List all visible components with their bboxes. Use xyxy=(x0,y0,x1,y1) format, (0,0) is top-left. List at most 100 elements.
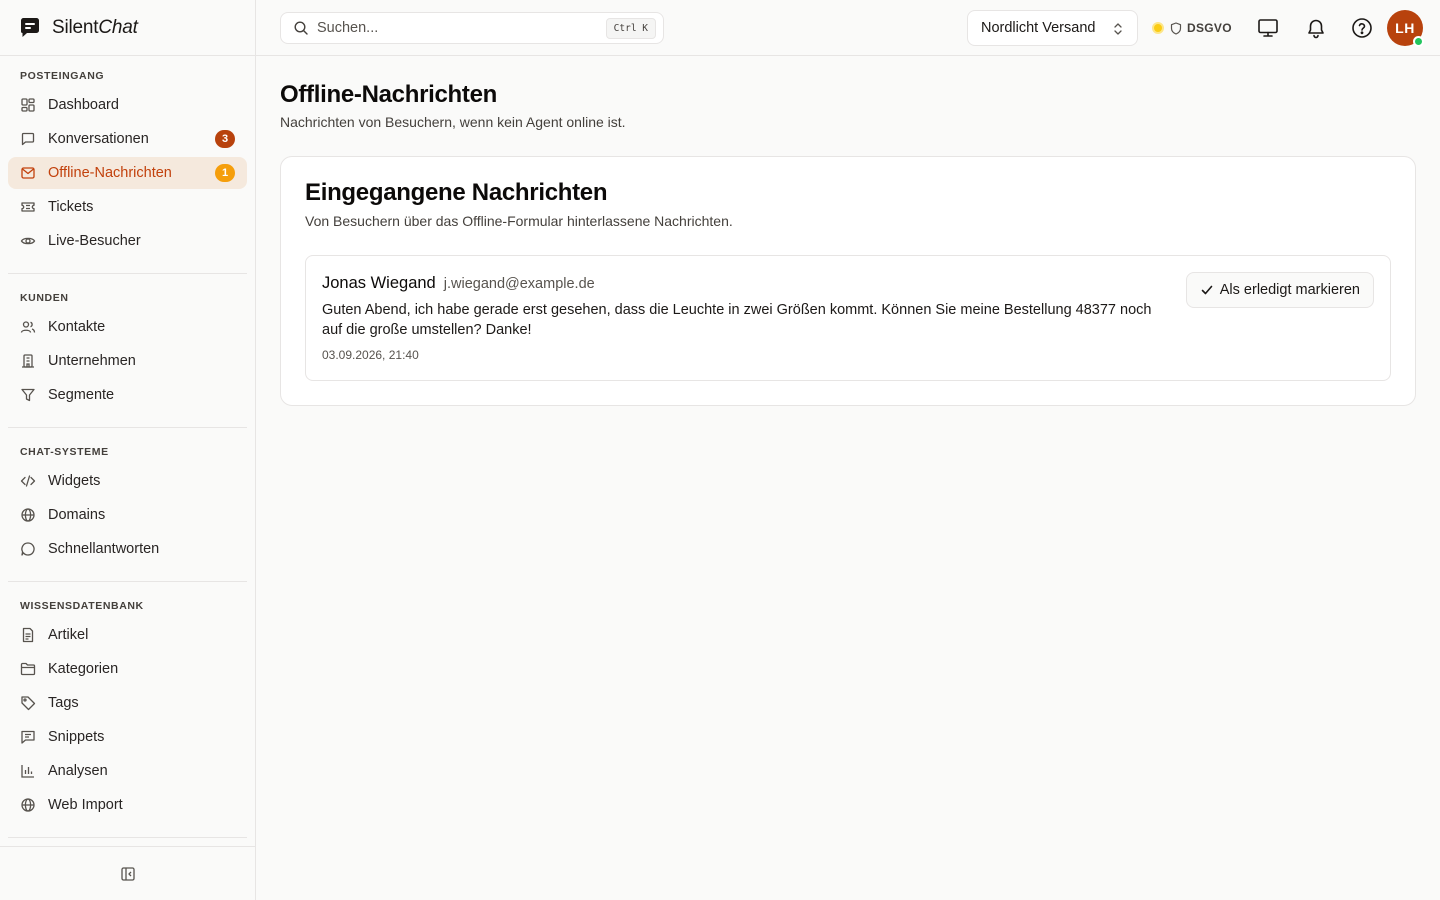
nav-heading: WISSENSDATENBANK xyxy=(20,600,144,612)
bell-icon xyxy=(1308,19,1324,39)
page-title: Offline-Nachrichten xyxy=(280,81,497,108)
card-title: Eingegangene Nachrichten xyxy=(305,179,608,206)
mail-icon xyxy=(21,167,35,179)
sidebar-item-label: Widgets xyxy=(48,473,101,489)
globe-icon xyxy=(21,508,35,522)
search-icon xyxy=(294,21,308,35)
ticket-icon xyxy=(21,202,35,212)
sidebar-item-domains[interactable]: Domains xyxy=(8,499,247,531)
collapse-sidebar-button[interactable] xyxy=(120,866,136,882)
monitor-icon xyxy=(1258,19,1278,37)
brand[interactable]: SilentChat xyxy=(0,0,255,56)
sidebar-item-live-besucher[interactable]: Live-Besucher xyxy=(8,225,247,257)
user-avatar[interactable]: LH xyxy=(1387,10,1424,47)
sender-email: j.wiegand@example.de xyxy=(443,276,595,292)
sidebar-item-tickets[interactable]: Tickets xyxy=(8,191,247,223)
topbar: Suchen... Ctrl K Nordlicht Versand DSGVO… xyxy=(256,0,1440,56)
sidebar-item-label: Segmente xyxy=(48,387,115,403)
help-button[interactable] xyxy=(1350,16,1374,40)
sidebar-item-offline-nachrichten[interactable]: Offline-Nachrichten 1 xyxy=(8,157,247,189)
brand-name: SilentChat xyxy=(52,16,138,38)
users-icon xyxy=(20,321,36,333)
unread-badge: 3 xyxy=(215,130,235,148)
bar-chart-icon xyxy=(21,765,34,778)
card-subtitle: Von Besuchern über das Offline-Formular … xyxy=(305,213,733,229)
keyboard-shortcut: Ctrl K xyxy=(605,18,656,39)
mark-done-label: Als erledigt markieren xyxy=(1219,282,1360,298)
mark-done-button[interactable]: Als erledigt markieren xyxy=(1185,272,1374,308)
sidebar-footer xyxy=(0,846,255,900)
sidebar-item-tags[interactable]: Tags xyxy=(8,687,247,719)
sidebar-item-label: Artikel xyxy=(48,627,89,643)
nav-section-posteingang: POSTEINGANG Dashboard Konversationen 3 O… xyxy=(0,69,255,257)
sidebar-item-label: Snippets xyxy=(48,729,105,745)
sidebar-item-widgets[interactable]: Widgets xyxy=(8,465,247,497)
nav-heading: POSTEINGANG xyxy=(20,70,105,82)
online-status-icon xyxy=(1413,36,1424,47)
sidebar-item-label: Schnellantworten xyxy=(48,541,160,557)
workspace-select[interactable]: Nordlicht Versand xyxy=(967,10,1138,46)
sidebar-collapse-icon xyxy=(120,866,135,881)
compliance-status[interactable]: DSGVO xyxy=(1152,20,1232,36)
check-icon xyxy=(1201,285,1213,295)
avatar-initials: LH xyxy=(1395,20,1415,36)
chevron-up-down-icon xyxy=(1114,23,1122,35)
page-subtitle: Nachrichten von Besuchern, wenn kein Age… xyxy=(280,114,626,130)
nav-divider xyxy=(8,427,247,428)
message-square-icon xyxy=(21,730,35,744)
building-icon xyxy=(22,354,34,368)
sidebar-item-label: Analysen xyxy=(48,763,108,779)
nav-section-chat-systeme: CHAT-SYSTEME Widgets Domains Schnellantw… xyxy=(0,445,255,565)
monitor-button[interactable] xyxy=(1256,16,1280,40)
sidebar-item-artikel[interactable]: Artikel xyxy=(8,619,247,651)
logo-icon xyxy=(21,17,39,37)
message-body: Guten Abend, ich habe gerade erst gesehe… xyxy=(322,302,1152,338)
eye-icon xyxy=(20,237,36,245)
code-icon xyxy=(20,475,36,487)
message-item: Jonas Wiegand j.wiegand@example.de Guten… xyxy=(305,255,1391,381)
chat-icon xyxy=(21,132,35,146)
sidebar: SilentChat POSTEINGANG Dashboard Konvers… xyxy=(0,0,256,900)
sidebar-item-unternehmen[interactable]: Unternehmen xyxy=(8,345,247,377)
nav-divider xyxy=(8,837,247,838)
dashboard-icon xyxy=(21,98,35,112)
nav-heading: CHAT-SYSTEME xyxy=(20,446,109,458)
sidebar-item-label: Unternehmen xyxy=(48,353,136,369)
nav-section-wissensdatenbank: WISSENSDATENBANK Artikel Kategorien Tags… xyxy=(0,599,255,821)
main-content: Offline-Nachrichten Nachrichten von Besu… xyxy=(256,56,1440,900)
sender-name: Jonas Wiegand xyxy=(322,274,436,292)
notifications-button[interactable] xyxy=(1304,16,1328,40)
sidebar-item-label: Live-Besucher xyxy=(48,233,141,249)
sidebar-item-label: Web Import xyxy=(48,797,123,813)
sidebar-item-schnellantworten[interactable]: Schnellantworten xyxy=(8,533,247,565)
help-icon xyxy=(1352,18,1372,38)
sidebar-item-label: Offline-Nachrichten xyxy=(48,165,172,181)
compliance-label: DSGVO xyxy=(1187,21,1232,35)
nav-divider xyxy=(8,581,247,582)
sidebar-item-snippets[interactable]: Snippets xyxy=(8,721,247,753)
messages-card: Eingegangene Nachrichten Von Besuchern ü… xyxy=(280,156,1416,406)
shield-icon xyxy=(1170,21,1182,35)
sidebar-item-analysen[interactable]: Analysen xyxy=(8,755,247,787)
search-input[interactable]: Suchen... Ctrl K xyxy=(280,12,664,44)
globe-icon xyxy=(21,798,35,812)
sidebar-item-web-import[interactable]: Web Import xyxy=(8,789,247,821)
sidebar-item-kontakte[interactable]: Kontakte xyxy=(8,311,247,343)
sidebar-item-label: Kontakte xyxy=(48,319,106,335)
sidebar-item-label: Konversationen xyxy=(48,131,149,147)
message-circle-icon xyxy=(21,542,35,556)
sidebar-item-label: Kategorien xyxy=(48,661,119,677)
file-text-icon xyxy=(22,627,34,643)
unread-badge: 1 xyxy=(215,164,235,182)
sidebar-item-label: Domains xyxy=(48,507,106,523)
sidebar-item-segmente[interactable]: Segmente xyxy=(8,379,247,411)
sidebar-item-label: Tickets xyxy=(48,199,94,215)
nav-heading: KUNDEN xyxy=(20,292,69,304)
sidebar-item-dashboard[interactable]: Dashboard xyxy=(8,89,247,121)
sidebar-item-konversationen[interactable]: Konversationen 3 xyxy=(8,123,247,155)
nav-section-kunden: KUNDEN Kontakte Unternehmen Segmente xyxy=(0,291,255,411)
sidebar-item-label: Tags xyxy=(48,695,79,711)
sidebar-item-kategorien[interactable]: Kategorien xyxy=(8,653,247,685)
tag-icon xyxy=(21,696,36,711)
nav-divider xyxy=(8,273,247,274)
